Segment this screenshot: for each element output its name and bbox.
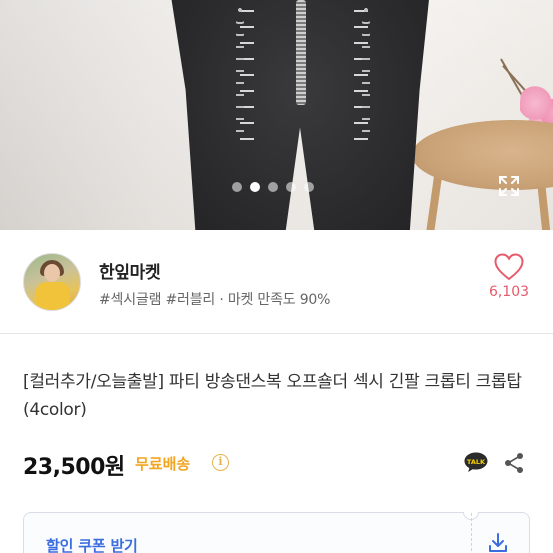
seller-name[interactable]: 한잎마켓 — [99, 258, 161, 283]
price-row: 23,500원 무료배송 i TALK — [23, 449, 533, 480]
product-title: [컬러추가/오늘출발] 파티 방송댄스복 오프숄더 섹시 긴팔 크롭티 크롭탑 … — [23, 372, 522, 420]
pants-zipper — [296, 0, 306, 105]
like-count: 6,103 — [488, 284, 530, 300]
info-icon[interactable]: i — [212, 454, 229, 471]
coupon-banner[interactable]: 할인 쿠폰 받기 — [23, 512, 530, 553]
product-price: 23,500원 — [23, 455, 125, 480]
gallery-dot[interactable] — [286, 182, 296, 192]
seller-row[interactable]: 한잎마켓 #섹시글램 #러블리 · 마켓 만족도 90% 6,103 — [0, 231, 553, 334]
gallery-pagination — [232, 182, 314, 192]
avatar-shirt — [36, 282, 70, 310]
shipping-badge: 무료배송 — [135, 455, 191, 473]
seller-avatar[interactable] — [23, 253, 81, 311]
heart-icon — [494, 253, 524, 281]
coupon-divider — [471, 513, 472, 553]
gallery-dot[interactable] — [232, 182, 242, 192]
gallery-dot[interactable] — [268, 182, 278, 192]
product-image-gallery[interactable] — [0, 0, 553, 230]
share-icon[interactable] — [503, 452, 525, 474]
download-icon[interactable] — [486, 531, 510, 553]
gallery-dot-active[interactable] — [250, 182, 260, 192]
expand-icon[interactable] — [497, 174, 521, 198]
pants-eyelets — [236, 4, 244, 134]
gallery-dot[interactable] — [304, 182, 314, 192]
seller-tags: #섹시글램 #러블리 · 마켓 만족도 90% — [99, 292, 331, 308]
avatar-face — [44, 264, 60, 282]
svg-text:TALK: TALK — [467, 458, 486, 466]
like-button[interactable]: 6,103 — [488, 253, 530, 300]
coupon-label[interactable]: 할인 쿠폰 받기 — [46, 535, 138, 553]
talk-icon[interactable]: TALK — [463, 451, 489, 473]
pants-eyelets — [362, 4, 370, 134]
